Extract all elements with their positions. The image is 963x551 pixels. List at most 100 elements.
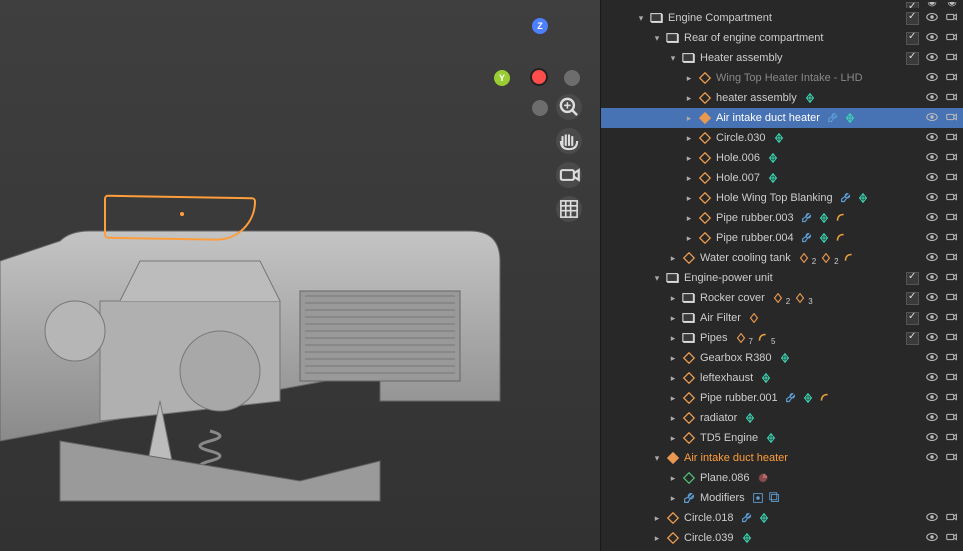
render-icon[interactable]: [945, 190, 959, 207]
render-icon[interactable]: [945, 390, 959, 407]
outliner-row[interactable]: ▸Circle.030: [601, 128, 963, 148]
disclosure-arrow-icon[interactable]: ▾: [649, 450, 665, 466]
outliner-row[interactable]: ▸heater assembly: [601, 88, 963, 108]
disclosure-arrow-icon[interactable]: ▸: [665, 290, 681, 306]
visibility-icon[interactable]: [925, 290, 939, 307]
visibility-icon[interactable]: [925, 210, 939, 227]
visibility-icon[interactable]: [925, 530, 939, 547]
visibility-icon[interactable]: [925, 270, 939, 287]
outliner-row[interactable]: ▸Gearbox R380: [601, 348, 963, 368]
gizmo-z-axis[interactable]: Z: [532, 18, 548, 34]
disclosure-arrow-icon[interactable]: ▸: [681, 70, 697, 86]
visibility-icon[interactable]: [925, 110, 939, 127]
outliner-row[interactable]: ▾Rear of engine compartment: [601, 28, 963, 48]
disclosure-arrow-icon[interactable]: ▸: [649, 530, 665, 546]
render-icon[interactable]: [945, 90, 959, 107]
disclosure-arrow-icon[interactable]: ▸: [665, 310, 681, 326]
render-icon[interactable]: [945, 430, 959, 447]
disclosure-arrow-icon[interactable]: ▾: [633, 10, 649, 26]
outliner-row[interactable]: ▸leftexhaust: [601, 368, 963, 388]
render-icon[interactable]: [945, 530, 959, 547]
render-icon[interactable]: [945, 10, 959, 27]
disclosure-arrow-icon[interactable]: ▸: [665, 430, 681, 446]
outliner-row[interactable]: ▸Air intake duct heater: [601, 108, 963, 128]
outliner-row[interactable]: ▸radiator: [601, 408, 963, 428]
outliner-row[interactable]: ▸Pipes75: [601, 328, 963, 348]
outliner-row[interactable]: ▾Engine Compartment: [601, 8, 963, 28]
3d-viewport[interactable]: Z Y: [0, 0, 600, 551]
visibility-icon[interactable]: [925, 50, 939, 67]
pan-button[interactable]: [556, 128, 582, 154]
disclosure-arrow-icon[interactable]: ▸: [665, 410, 681, 426]
render-icon[interactable]: [945, 450, 959, 467]
render-icon[interactable]: [945, 290, 959, 307]
render-icon[interactable]: [945, 350, 959, 367]
render-icon[interactable]: [945, 270, 959, 287]
render-icon[interactable]: [945, 50, 959, 67]
disclosure-arrow-icon[interactable]: ▸: [681, 230, 697, 246]
exclude-checkbox[interactable]: [906, 292, 919, 305]
perspective-button[interactable]: [556, 196, 582, 222]
outliner-row[interactable]: ▾Heater assembly: [601, 48, 963, 68]
render-icon[interactable]: [945, 170, 959, 187]
outliner-row[interactable]: ▸Pipe rubber.003: [601, 208, 963, 228]
disclosure-arrow-icon[interactable]: ▸: [665, 250, 681, 266]
outliner-row[interactable]: ▸TD5 Engine: [601, 428, 963, 448]
outliner-row[interactable]: ▸Plane.086: [601, 468, 963, 488]
visibility-icon[interactable]: [925, 170, 939, 187]
outliner-row[interactable]: ▾Engine-power unit: [601, 268, 963, 288]
visibility-icon[interactable]: [925, 30, 939, 47]
disclosure-arrow-icon[interactable]: ▸: [681, 110, 697, 126]
render-icon[interactable]: [945, 210, 959, 227]
disclosure-arrow-icon[interactable]: ▸: [681, 90, 697, 106]
visibility-icon[interactable]: [925, 230, 939, 247]
visibility-icon[interactable]: [925, 90, 939, 107]
disclosure-arrow-icon[interactable]: ▸: [681, 210, 697, 226]
zoom-button[interactable]: [556, 94, 582, 120]
disclosure-arrow-icon[interactable]: ▾: [649, 270, 665, 286]
disclosure-arrow-icon[interactable]: ▾: [665, 50, 681, 66]
visibility-icon[interactable]: [925, 250, 939, 267]
outliner-panel[interactable]: ◉ ◉ ▾Engine Compartment▾Rear of engine c…: [600, 0, 963, 551]
render-icon[interactable]: [945, 150, 959, 167]
disclosure-arrow-icon[interactable]: ▸: [665, 490, 681, 506]
visibility-icon[interactable]: [925, 350, 939, 367]
exclude-checkbox[interactable]: [906, 52, 919, 65]
gizmo-neg-axis[interactable]: [532, 100, 548, 116]
disclosure-arrow-icon[interactable]: ▸: [681, 150, 697, 166]
render-icon[interactable]: [945, 310, 959, 327]
render-icon[interactable]: [945, 30, 959, 47]
outliner-row[interactable]: ▸Air Filter: [601, 308, 963, 328]
visibility-icon[interactable]: [925, 10, 939, 27]
outliner-row[interactable]: ▸Rocker cover23: [601, 288, 963, 308]
outliner-row[interactable]: ▸Wing Top Heater Intake - LHD: [601, 68, 963, 88]
outliner-row[interactable]: ▾Air intake duct heater: [601, 448, 963, 468]
gizmo-neg-axis[interactable]: [564, 70, 580, 86]
outliner-row[interactable]: ▸Modifiers: [601, 488, 963, 508]
visibility-icon[interactable]: [925, 310, 939, 327]
render-icon[interactable]: [945, 370, 959, 387]
disclosure-arrow-icon[interactable]: ▸: [665, 470, 681, 486]
visibility-icon[interactable]: [925, 190, 939, 207]
visibility-icon[interactable]: [925, 450, 939, 467]
disclosure-arrow-icon[interactable]: ▸: [665, 350, 681, 366]
visibility-icon[interactable]: [925, 410, 939, 427]
visibility-icon[interactable]: [925, 70, 939, 87]
disclosure-arrow-icon[interactable]: ▸: [665, 330, 681, 346]
disclosure-arrow-icon[interactable]: ▸: [665, 370, 681, 386]
outliner-row[interactable]: ▸Hole Wing Top Blanking: [601, 188, 963, 208]
outliner-row[interactable]: ▸Hole.006: [601, 148, 963, 168]
exclude-checkbox[interactable]: [906, 312, 919, 325]
disclosure-arrow-icon[interactable]: ▸: [649, 510, 665, 526]
render-icon[interactable]: [945, 130, 959, 147]
outliner-row[interactable]: ▸Circle.018: [601, 508, 963, 528]
exclude-checkbox[interactable]: [906, 32, 919, 45]
outliner-row[interactable]: ▸Pipe rubber.004: [601, 228, 963, 248]
render-icon[interactable]: [945, 510, 959, 527]
gizmo-center[interactable]: [530, 68, 548, 86]
render-icon[interactable]: [945, 330, 959, 347]
visibility-icon[interactable]: [925, 150, 939, 167]
visibility-icon[interactable]: [925, 390, 939, 407]
render-icon[interactable]: [945, 250, 959, 267]
outliner-row[interactable]: ▸Pipe rubber.001: [601, 388, 963, 408]
